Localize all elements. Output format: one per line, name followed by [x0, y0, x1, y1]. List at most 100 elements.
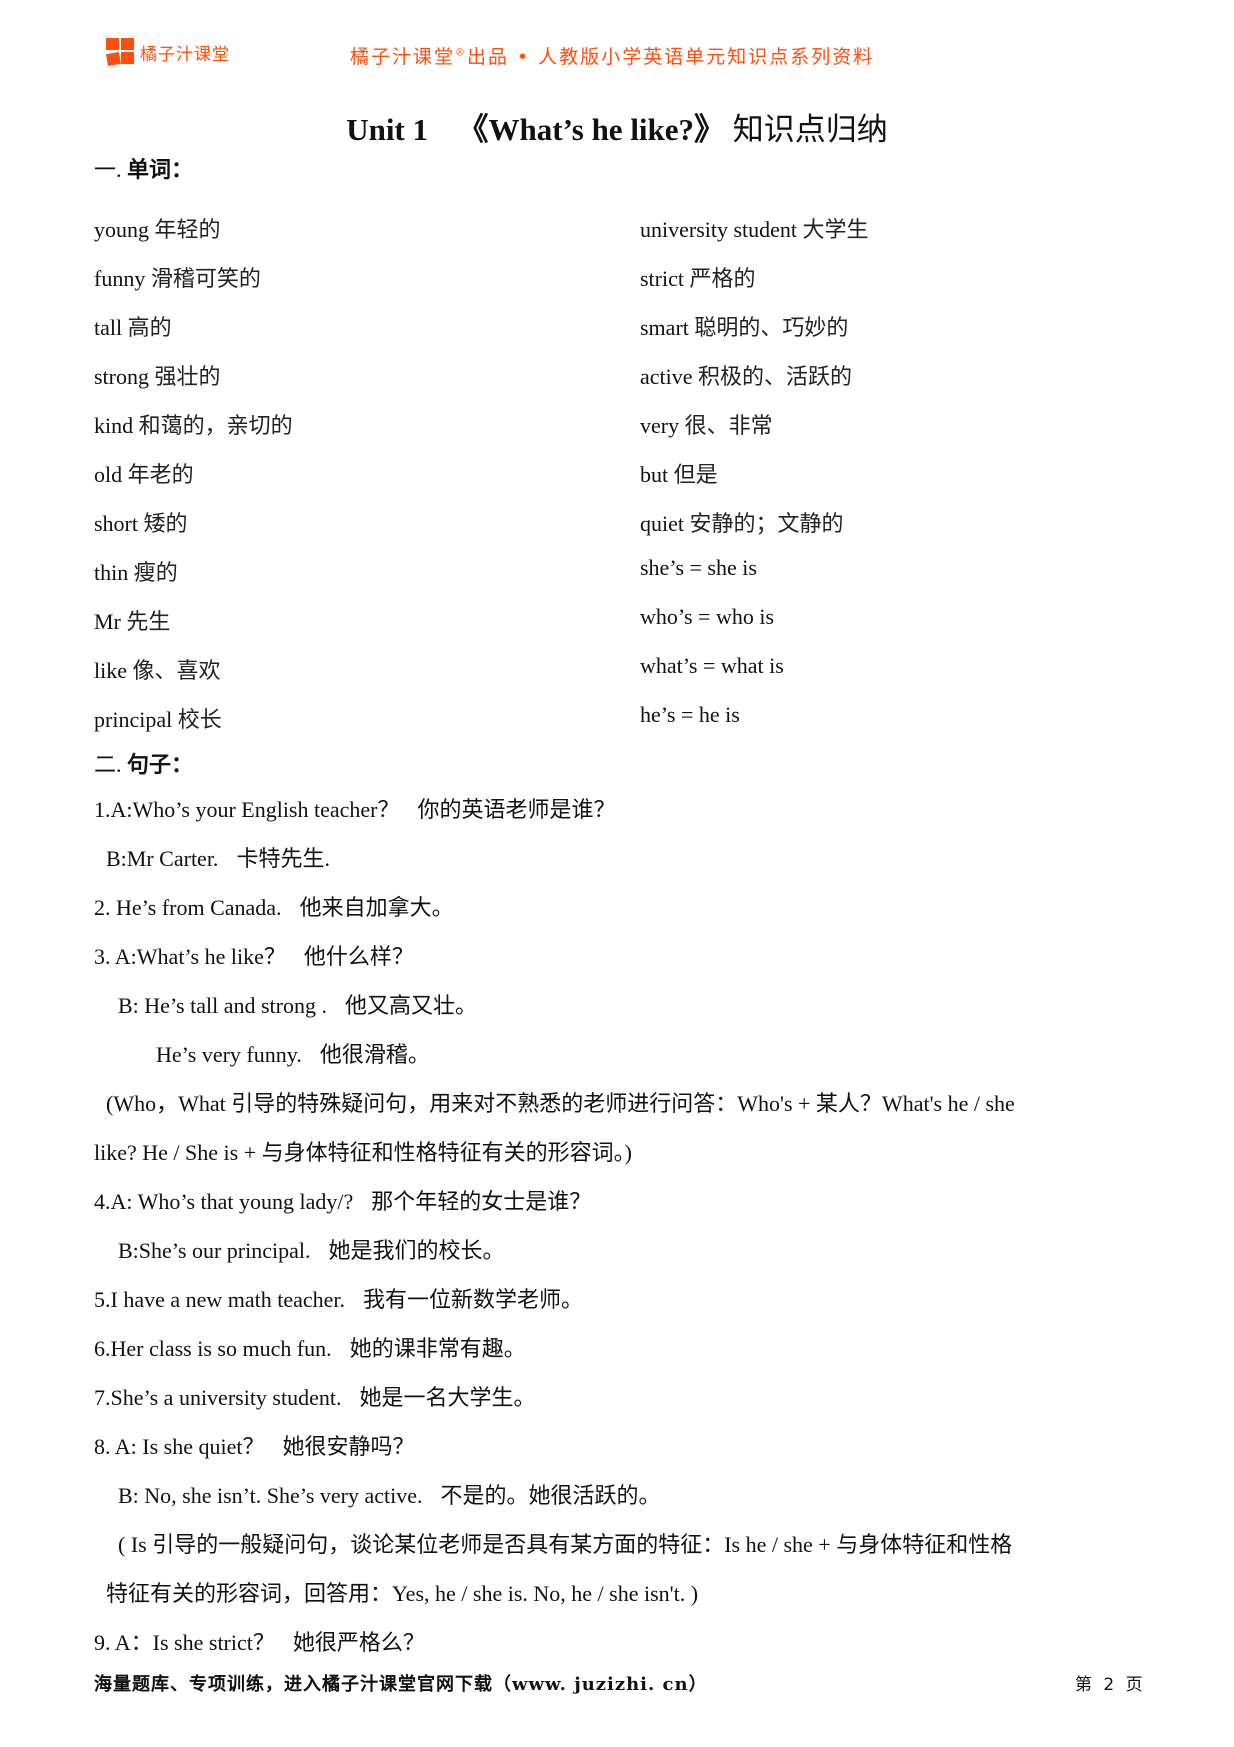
sentence-english: 1.A:Who’s your English teacher？ [94, 797, 400, 822]
vocab-item: strict 严格的 [640, 261, 756, 293]
vocab-item: principal 校长 [94, 702, 222, 734]
vocab-chinese: 滑稽可笑的 [150, 266, 261, 291]
vocab-chinese: 像、喜欢 [132, 658, 221, 683]
unit-chinese-title: 知识点归纳 [732, 112, 888, 147]
vocab-english: short [94, 511, 138, 536]
vocab-chinese: 很、非常 [684, 413, 773, 438]
vocab-english: strict [640, 266, 684, 291]
logo-squares-icon [106, 38, 136, 67]
vocab-item: what’s = what is [640, 653, 784, 679]
vocab-english: smart [640, 315, 689, 340]
vocab-row: young 年轻的 university student 大学生 [94, 212, 1154, 261]
sentence-english: like? He / She is + 与身体特征和性格特征有关的形容词。) [94, 1140, 632, 1165]
sentence-line: (Who，What 引导的特殊疑问句，用来对不熟悉的老师进行问答：Who's +… [94, 1086, 1154, 1135]
brand-logo: 橘子汁课堂 [106, 38, 230, 67]
vocab-item: university student 大学生 [640, 212, 869, 244]
vocab-row: strong 强壮的 active 积极的、活跃的 [94, 359, 1154, 408]
vocab-row: thin 瘦的 she’s = she is [94, 555, 1154, 604]
vocab-english: old [94, 462, 123, 487]
sentence-chinese: 她很严格么？ [292, 1630, 425, 1655]
sentence-chinese: 她很安静吗？ [282, 1434, 415, 1459]
vocab-chinese: 大学生 [802, 217, 869, 242]
page-header: 橘子汁课堂 橘子汁课堂®出品 • 人教版小学英语单元知识点系列资料 [0, 32, 1234, 72]
sentence-english: 6.Her class is so much fun. [94, 1336, 332, 1361]
vocab-chinese: 强壮的 [154, 364, 221, 389]
sentence-english: 3. A:What’s he like？ [94, 944, 286, 969]
vocab-english: university student [640, 217, 798, 242]
vocab-chinese: 但是 [673, 462, 718, 487]
sentence-line: 3. A:What’s he like？ 他什么样？ [94, 939, 1154, 988]
sentence-chinese: 她是我们的校长。 [328, 1238, 505, 1263]
vocab-item: young 年轻的 [94, 212, 221, 244]
vocab-chinese: 安静的；文静的 [689, 511, 844, 536]
section-number: 二. [94, 752, 122, 777]
vocab-english: thin [94, 560, 129, 585]
sentence-chinese: 他又高又壮。 [344, 993, 477, 1018]
vocab-item: strong 强壮的 [94, 359, 221, 391]
sentence-line: B: He’s tall and strong . 他又高又壮。 [94, 988, 1154, 1037]
unit-label: Unit 1 [346, 112, 429, 147]
vocab-item: but 但是 [640, 457, 718, 489]
vocab-english: very [640, 413, 680, 438]
vocab-row: Mr 先生 who’s = who is [94, 604, 1154, 653]
vocab-item: who’s = who is [640, 604, 774, 630]
sentence-english: 5.I have a new math teacher. [94, 1287, 346, 1312]
vocab-item: tall 高的 [94, 310, 172, 342]
sentence-line: 5.I have a new math teacher. 我有一位新数学老师。 [94, 1282, 1154, 1331]
sentence-line: 6.Her class is so much fun. 她的课非常有趣。 [94, 1331, 1154, 1380]
vocab-chinese: 先生 [126, 609, 171, 634]
sentence-chinese: 他很滑稽。 [319, 1042, 430, 1067]
sentence-english: 特征有关的形容词，回答用：Yes, he / she is. No, he / … [106, 1581, 699, 1606]
vocab-item: very 很、非常 [640, 408, 773, 440]
vocab-english: quiet [640, 511, 684, 536]
vocab-row: principal 校长 he’s = he is [94, 702, 1154, 751]
sentence-chinese: 我有一位新数学老师。 [363, 1287, 584, 1312]
sentence-english: 7.She’s a university student. [94, 1385, 342, 1410]
vocab-chinese: 年老的 [127, 462, 194, 487]
section-heading-words: 一. 单词： [94, 152, 193, 184]
vocab-english: kind [94, 413, 134, 438]
sentence-chinese: 他来自加拿大。 [299, 895, 454, 920]
sentence-line: B: No, she isn’t. She’s very active. 不是的。… [94, 1478, 1154, 1527]
vocab-item: quiet 安静的；文静的 [640, 506, 844, 538]
vocab-chinese: 瘦的 [133, 560, 178, 585]
header-title-suffix: 出品 • 人教版小学英语单元知识点系列资料 [467, 46, 875, 68]
sentence-chinese: 不是的。她很活跃的。 [440, 1483, 661, 1508]
vocab-english: active [640, 364, 693, 389]
vocab-english: he’s = he is [640, 702, 740, 727]
sentence-line: 1.A:Who’s your English teacher？ 你的英语老师是谁？ [94, 792, 1154, 841]
vocab-english: tall [94, 315, 123, 340]
sentence-english: 4.A: Who’s that young lady/? [94, 1189, 354, 1214]
sentence-english: 9. A：Is she strict？ [94, 1630, 275, 1655]
vocab-item: kind 和蔼的，亲切的 [94, 408, 293, 440]
sentence-line: 2. He’s from Canada. 他来自加拿大。 [94, 890, 1154, 939]
vocab-item: like 像、喜欢 [94, 653, 221, 685]
sentence-chinese: 她是一名大学生。 [359, 1385, 536, 1410]
sentence-chinese: 他什么样？ [303, 944, 414, 969]
vocab-chinese: 聪明的、巧妙的 [694, 315, 849, 340]
sentence-english: B:She’s our principal. [118, 1238, 311, 1263]
sentence-line: 4.A: Who’s that young lady/? 那个年轻的女士是谁？ [94, 1184, 1154, 1233]
sentence-english: He’s very funny. [156, 1042, 302, 1067]
sentence-english: 8. A: Is she quiet？ [94, 1434, 265, 1459]
vocab-row: short 矮的 quiet 安静的；文静的 [94, 506, 1154, 555]
vocab-chinese: 高的 [127, 315, 172, 340]
vocab-english: funny [94, 266, 146, 291]
vocab-chinese: 年轻的 [154, 217, 221, 242]
section-label: 单词： [127, 157, 194, 182]
sentence-english: 2. He’s from Canada. [94, 895, 282, 920]
sentence-chinese: 你的英语老师是谁？ [417, 797, 616, 822]
sentence-chinese: 卡特先生. [236, 846, 330, 871]
unit-english-title: 《What’s he like?》 [457, 112, 726, 147]
vocab-item: funny 滑稽可笑的 [94, 261, 261, 293]
vocab-item: thin 瘦的 [94, 555, 178, 587]
sentence-line: 8. A: Is she quiet？ 她很安静吗？ [94, 1429, 1154, 1478]
sentence-chinese: 她的课非常有趣。 [349, 1336, 526, 1361]
brand-name: 橘子汁课堂 [140, 44, 230, 65]
vocab-list: young 年轻的 university student 大学生 funny 滑稽可… [94, 212, 1154, 751]
vocab-chinese: 矮的 [143, 511, 188, 536]
sentence-english: B:Mr Carter. [106, 846, 219, 871]
sentence-english: (Who，What 引导的特殊疑问句，用来对不熟悉的老师进行问答：Who's +… [106, 1091, 1015, 1116]
sentence-line: ( Is 引导的一般疑问句，谈论某位老师是否具有某方面的特征：Is he / s… [94, 1527, 1154, 1576]
page-number: 第 2 页 [1075, 1675, 1143, 1695]
